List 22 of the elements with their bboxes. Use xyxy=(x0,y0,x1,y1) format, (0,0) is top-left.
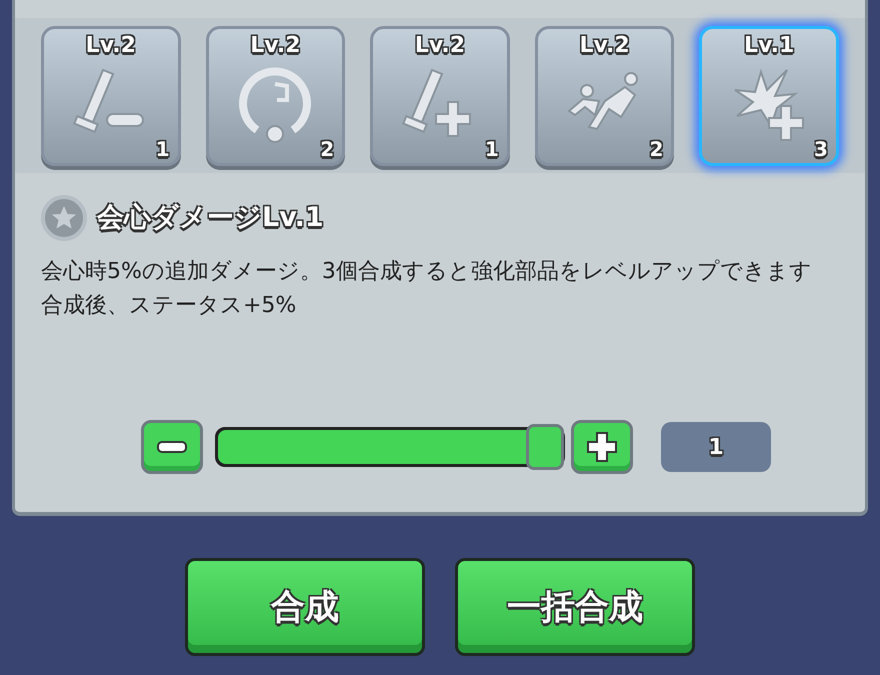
plus-icon xyxy=(587,432,617,462)
minus-icon xyxy=(157,441,187,453)
combine-button[interactable]: 一括合成 xyxy=(455,558,695,656)
item-level: Lv.1 xyxy=(743,34,796,56)
detail-title: 会心ダメージLv.1 xyxy=(97,200,324,235)
plus-button[interactable] xyxy=(571,420,633,474)
item-count: 2 xyxy=(320,138,334,158)
item-level: Lv.2 xyxy=(414,34,466,56)
item-level: Lv.2 xyxy=(578,34,631,56)
slider-thumb[interactable] xyxy=(526,424,564,470)
star-badge-icon xyxy=(41,195,87,241)
detail-description: 会心時5%の追加ダメージ。3個合成すると強化部品をレベルアップできます合成後、ステータス+5% xyxy=(41,258,813,320)
quantity-value: 1 xyxy=(661,422,771,472)
item-count: 3 xyxy=(814,138,828,158)
item-tile[interactable]: Lv.1 3 xyxy=(699,26,839,166)
item-level: Lv.2 xyxy=(84,34,137,56)
item-count: 1 xyxy=(156,138,170,158)
combine-button[interactable]: 合成 xyxy=(185,558,425,656)
item-level: Lv.2 xyxy=(249,34,302,56)
item-count: 2 xyxy=(649,138,664,158)
item-count: 1 xyxy=(484,138,499,158)
minus-button[interactable] xyxy=(141,420,203,474)
